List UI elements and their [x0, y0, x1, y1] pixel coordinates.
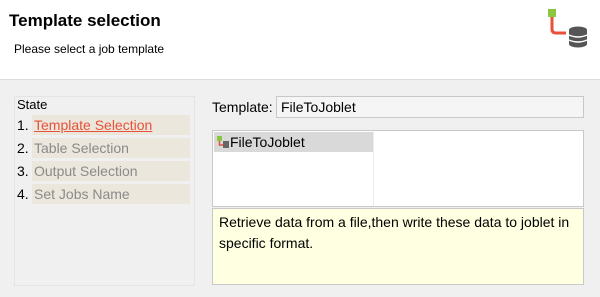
step-number: 1. [17, 117, 29, 133]
step-label: Output Selection [32, 161, 190, 181]
step-table-selection: 2. Table Selection [17, 138, 192, 158]
template-list[interactable]: FileToJoblet [212, 130, 584, 207]
step-label: Set Jobs Name [32, 184, 190, 204]
wizard-database-icon [548, 9, 588, 48]
step-number: 2. [17, 140, 29, 156]
step-number: 4. [17, 186, 29, 202]
step-number: 3. [17, 163, 29, 179]
list-item[interactable]: FileToJoblet [214, 132, 373, 152]
step-label[interactable]: Template Selection [32, 115, 190, 135]
step-label: Table Selection [32, 138, 190, 158]
template-label: Template: [212, 99, 273, 115]
template-field[interactable]: FileToJoblet [276, 96, 584, 118]
step-set-jobs-name: 4. Set Jobs Name [17, 184, 192, 204]
step-template-selection[interactable]: 1. Template Selection [17, 115, 192, 135]
list-item-label: FileToJoblet [230, 134, 305, 150]
state-title: State [17, 97, 48, 112]
wizard-header: Template selection Please select a job t… [0, 0, 600, 80]
page-title: Template selection [9, 11, 161, 30]
state-panel: State 1. Template Selection 2. Table Sel… [14, 96, 195, 286]
page-subtitle: Please select a job template [14, 42, 165, 56]
joblet-icon [217, 136, 229, 148]
template-list-column: FileToJoblet [213, 131, 374, 206]
template-description: Retrieve data from a file,then write the… [212, 208, 584, 285]
step-output-selection: 3. Output Selection [17, 161, 192, 181]
